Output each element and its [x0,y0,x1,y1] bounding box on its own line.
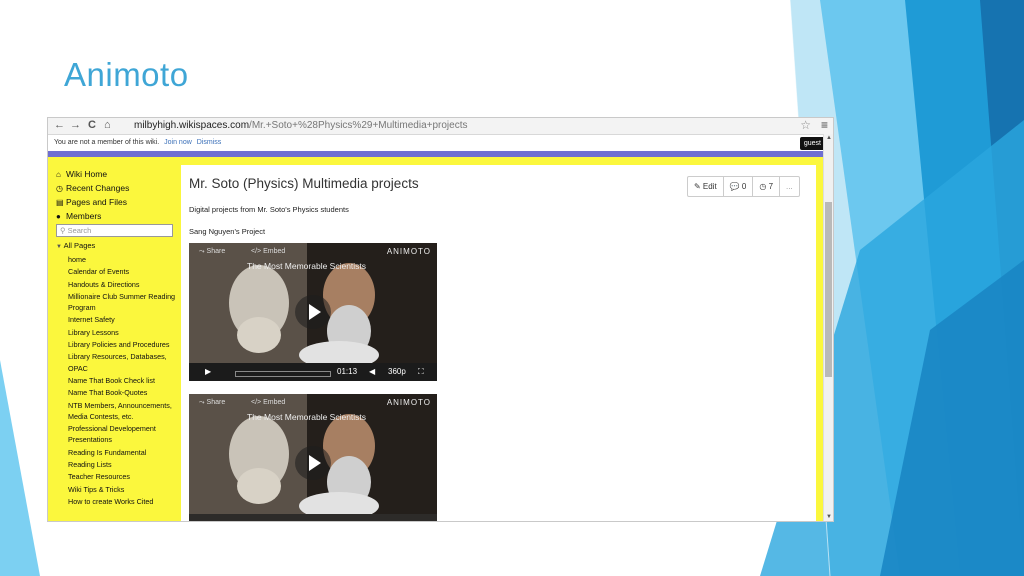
sidebar-item-label: Wiki Home [66,169,108,179]
play-button[interactable] [295,295,331,329]
page-link[interactable]: Wiki Tips & Tricks [68,484,176,495]
embed-button[interactable]: </> Embed [251,394,285,412]
edit-button[interactable]: ✎ Edit [688,177,724,196]
all-pages-label: All Pages [63,241,96,250]
user-badge[interactable]: guest [799,137,825,150]
notice-text: You are not a member of this wiki. [54,139,160,146]
page-link[interactable]: NTB Members, Announcements, Media Contes… [68,400,176,423]
all-pages-toggle[interactable]: ▼ All Pages [56,240,176,253]
video-top-bar: ⤳ Share </> Embed ANIMOTO [189,243,437,261]
search-icon: ⚲ [60,226,68,235]
url-domain: milbyhigh.wikispaces.com [134,120,250,131]
video-title: The Most Memorable Scientists [247,412,367,422]
progress-bar[interactable] [235,371,331,377]
page-link[interactable]: Teacher Resources [68,471,176,482]
browser-window: ← → C ⌂ milbyhigh.wikispaces.com/Mr.+Sot… [47,117,834,522]
quality-button[interactable]: 360p [388,363,406,381]
browser-menu-icon[interactable]: ≡ [821,118,828,132]
page-link[interactable]: Millionaire Club Summer Reading Program [68,291,176,314]
video-title: The Most Memorable Scientists [247,261,367,271]
page-link[interactable]: Name That Book Check list [68,375,176,386]
play-button[interactable] [295,446,331,480]
main-content: Mr. Soto (Physics) Multimedia projects ✎… [181,165,816,521]
fullscreen-icon[interactable]: ⛶ [418,363,424,381]
page-link[interactable]: Calendar of Events [68,266,176,277]
video-player[interactable]: ⤳ Share </> Embed ANIMOTO The Most Memor… [189,243,437,381]
search-placeholder: Search [67,226,92,235]
scroll-down-icon[interactable]: ▼ [826,514,832,520]
clock-icon: ◷ [56,184,63,193]
more-button[interactable]: ... [780,177,799,196]
sidebar: ⌂ Wiki Home ◷ Recent Changes ▤ Pages and Fi… [56,167,176,508]
share-button[interactable]: ⤳ Share [199,243,225,261]
play-icon[interactable]: ▶ [205,363,211,381]
sidebar-item-members[interactable]: ● Members [56,209,176,223]
bookmark-star-icon[interactable]: ☆ [800,118,811,132]
address-bar[interactable]: milbyhigh.wikispaces.com/Mr.+Soto+%28Phy… [134,120,468,131]
page-title: Mr. Soto (Physics) Multimedia projects [189,176,419,191]
slide-title: Animoto [64,56,189,93]
embed-button[interactable]: </> Embed [251,243,285,261]
url-path: /Mr.+Soto+%28Physics%29+Multimedia+proje… [249,120,468,131]
page-link[interactable]: Library Resources, Databases, OPAC [68,351,176,374]
video-top-bar: ⤳ Share </> Embed ANIMOTO [189,394,437,412]
membership-notice: You are not a member of this wiki. Join … [48,135,833,151]
forward-icon[interactable]: → [70,119,81,131]
page-link[interactable]: Reading Is Fundamental [68,447,176,458]
animoto-logo: ANIMOTO [386,398,431,407]
sidebar-item-wiki-home[interactable]: ⌂ Wiki Home [56,167,176,181]
page-link[interactable]: Handouts & Directions [68,279,176,290]
page-link[interactable]: How to create Works Cited [68,496,176,507]
dismiss-link[interactable]: Dismiss [197,139,222,146]
page-link[interactable]: Professional Developement Presentations [68,423,176,446]
page-link[interactable]: Name That Book-Quotes [68,387,176,398]
sidebar-item-label: Recent Changes [66,183,130,193]
sidebar-item-label: Members [66,211,102,221]
scroll-up-icon[interactable]: ▲ [826,135,832,141]
video-controls: ▶ 01:13 ◀ 360p ⛶ [189,363,437,381]
animoto-logo: ANIMOTO [386,247,431,256]
volume-icon[interactable]: ◀ [369,363,375,381]
play-icon [309,455,321,471]
user-icon: ● [56,212,61,221]
project-name: Sang Nguyen's Project [189,227,266,236]
video-player-2[interactable]: ⤳ Share </> Embed ANIMOTO The Most Memor… [189,394,437,521]
play-icon [309,304,321,320]
triangle-down-icon: ▼ [56,244,64,250]
sidebar-item-pages-files[interactable]: ▤ Pages and Files [56,195,176,209]
sidebar-item-label: Pages and Files [66,197,127,207]
home-icon[interactable]: ⌂ [104,119,111,131]
page-link[interactable]: Library Policies and Procedures [68,339,176,350]
share-button[interactable]: ⤳ Share [199,394,225,412]
page-list: home Calendar of Events Handouts & Direc… [56,254,176,507]
join-now-link[interactable]: Join now [164,139,192,146]
page-link[interactable]: Reading Lists [68,459,176,470]
reload-icon[interactable]: C [88,119,96,131]
sidebar-item-recent-changes[interactable]: ◷ Recent Changes [56,181,176,195]
home-icon: ⌂ [56,170,61,179]
file-icon: ▤ [56,198,64,207]
back-icon[interactable]: ← [54,119,65,131]
search-input[interactable]: ⚲ Search [56,224,173,237]
video-duration: 01:13 [337,367,358,376]
page-description: Digital projects from Mr. Soto's Physics… [189,205,349,214]
browser-toolbar: ← → C ⌂ milbyhigh.wikispaces.com/Mr.+Sot… [48,118,833,135]
page-link[interactable]: Library Lessons [68,327,176,338]
scrollbar-thumb[interactable] [825,202,832,377]
page-link[interactable]: Internet Safety [68,314,176,325]
comments-button[interactable]: 💬 0 [724,177,754,196]
history-button[interactable]: ◷ 7 [753,177,781,196]
page-toolbar: ✎ Edit 💬 0 ◷ 7 ... [687,176,800,197]
page-link[interactable]: home [68,254,176,265]
